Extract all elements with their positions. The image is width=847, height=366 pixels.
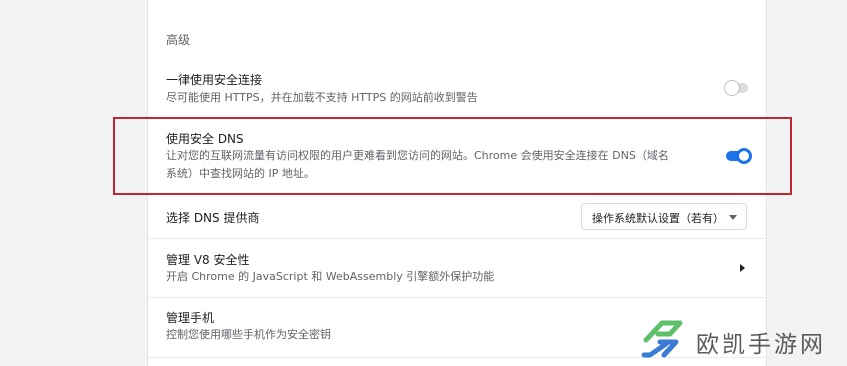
https-only-row[interactable]: 一律使用安全连接 尽可能使用 HTTPS，并在加载不支持 HTTPS 的网站前收… <box>148 64 766 114</box>
divider <box>148 238 766 239</box>
https-only-title: 一律使用安全连接 <box>166 73 263 87</box>
chevron-down-icon <box>729 215 737 220</box>
https-only-description: 尽可能使用 HTTPS，并在加载不支持 HTTPS 的网站前收到警告 <box>166 91 478 104</box>
chevron-right-icon <box>740 264 745 272</box>
v8-security-row[interactable]: 管理 V8 安全性 开启 Chrome 的 JavaScript 和 WebAs… <box>148 244 766 294</box>
watermark-logo-icon <box>641 320 683 358</box>
dns-provider-select[interactable]: 操作系统默认设置（若有） <box>581 203 747 230</box>
dns-provider-label: 选择 DNS 提供商 <box>166 211 260 225</box>
watermark-text: 欧凯手游网 <box>696 332 826 358</box>
v8-security-description: 开启 Chrome 的 JavaScript 和 WebAssembly 引擎额… <box>166 270 495 283</box>
divider <box>148 297 766 298</box>
highlight-frame <box>113 117 792 195</box>
manage-phones-description: 控制您使用哪些手机作为安全密钥 <box>166 328 331 341</box>
manage-phones-title: 管理手机 <box>166 311 215 325</box>
https-only-toggle[interactable] <box>724 80 752 96</box>
v8-security-title: 管理 V8 安全性 <box>166 253 250 267</box>
dns-provider-selected-value: 操作系统默认设置（若有） <box>592 212 724 225</box>
section-title: 高级 <box>166 33 191 47</box>
toggle-knob <box>724 80 740 96</box>
watermark: 欧凯手游网 <box>640 318 840 358</box>
